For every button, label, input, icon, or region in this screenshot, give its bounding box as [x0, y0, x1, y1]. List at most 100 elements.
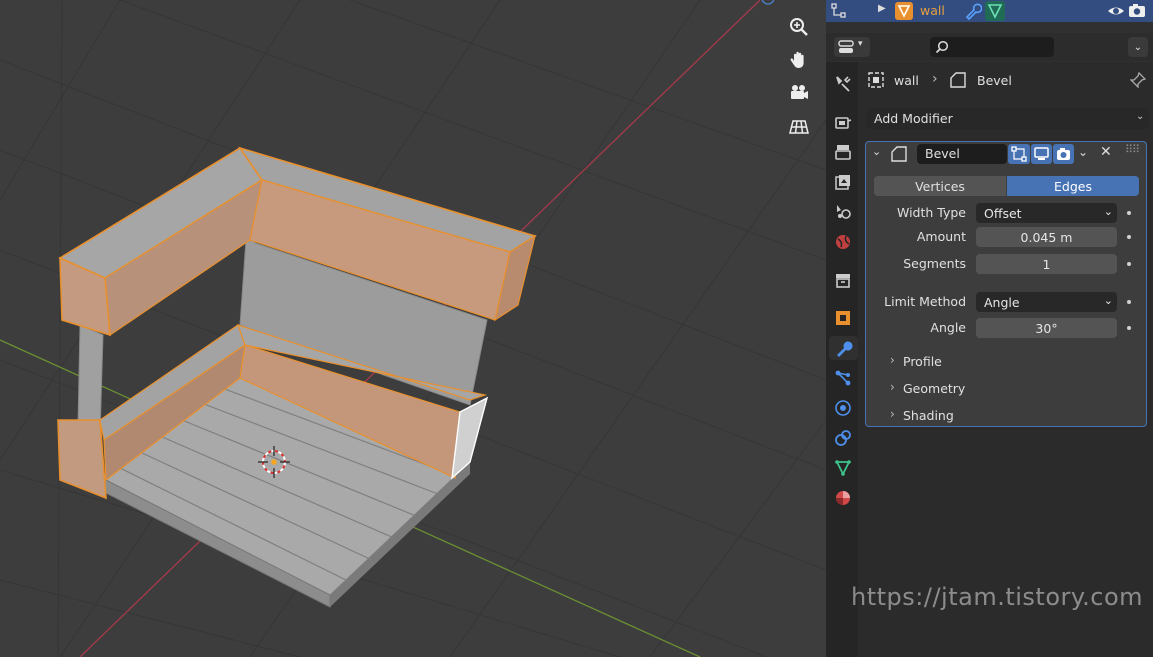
- render-icon[interactable]: [831, 110, 855, 134]
- camera-view-icon[interactable]: [786, 80, 812, 106]
- options-dropdown-chevron-icon[interactable]: ⌄: [1128, 37, 1148, 57]
- amount-label: Amount: [916, 229, 966, 244]
- chevron-down-icon: ⌄: [1136, 111, 1145, 122]
- subpanel-shading[interactable]: › Shading: [886, 406, 1126, 426]
- breadcrumb-modifier: Bevel: [977, 73, 1012, 88]
- monitor-icon: [1034, 147, 1049, 160]
- add-modifier-label: Add Modifier: [874, 111, 953, 126]
- chevron-down-icon: ⌄: [1103, 205, 1113, 218]
- modifier-properties: wall › Bevel Add Modifier ⌄ ⌄ Bevel ⌄ ✕ …: [858, 62, 1153, 657]
- 3d-viewport[interactable]: [0, 0, 826, 657]
- object-outline-icon: [868, 72, 884, 88]
- particles-icon[interactable]: [831, 366, 855, 390]
- data-icon[interactable]: [831, 456, 855, 480]
- editor-type-button[interactable]: ▾: [834, 37, 870, 57]
- keyframe-dot-icon[interactable]: [1127, 235, 1131, 239]
- collapse-chevron-icon[interactable]: ⌄: [872, 145, 881, 158]
- subpanel-shading-label: Shading: [903, 408, 954, 423]
- pin-icon[interactable]: [1130, 72, 1146, 88]
- object-icon[interactable]: [831, 306, 855, 330]
- chevron-right-icon: ›: [890, 353, 895, 367]
- modifier-name: Bevel: [925, 146, 960, 161]
- material-icon[interactable]: [831, 486, 855, 510]
- angle-value: 30°: [1035, 320, 1058, 336]
- keyframe-dot-icon[interactable]: [1127, 211, 1131, 215]
- outliner-object-name[interactable]: wall: [920, 3, 945, 18]
- angle-label: Angle: [930, 320, 966, 335]
- properties-editor-icon: [838, 40, 854, 53]
- mesh-data-icon[interactable]: [984, 1, 1006, 21]
- segments-label: Segments: [903, 256, 966, 271]
- eye-visibility-icon[interactable]: [1107, 2, 1125, 20]
- modifier-wrench-icon[interactable]: [964, 2, 982, 20]
- search-input[interactable]: [930, 37, 1054, 57]
- viewport-display-toggle[interactable]: [1031, 144, 1052, 164]
- bevel-icon: [891, 146, 907, 162]
- modifier-options-chevron-icon[interactable]: ⌄: [1078, 145, 1088, 159]
- drag-handle-icon[interactable]: ⠿⠿: [1125, 143, 1140, 156]
- constraints-icon[interactable]: [831, 426, 855, 450]
- limit-method-value: Angle: [984, 294, 1020, 310]
- search-icon: [935, 40, 949, 54]
- tool-icon[interactable]: [831, 72, 855, 96]
- properties-editor: ▶ wall ▾ ⌄ wall › Bevel Add Modifier ⌄ ⌄…: [826, 0, 1153, 657]
- subpanel-profile-label: Profile: [903, 354, 942, 369]
- limit-method-dropdown[interactable]: Angle ⌄: [976, 292, 1117, 312]
- add-modifier-dropdown[interactable]: Add Modifier ⌄: [866, 108, 1149, 129]
- expand-arrow-icon[interactable]: ▶: [878, 3, 886, 14]
- ortho-grid-icon[interactable]: [786, 113, 812, 139]
- view-layer-icon[interactable]: [831, 170, 855, 194]
- affect-edges-button[interactable]: Edges: [1007, 176, 1139, 196]
- scene-icon[interactable]: [831, 200, 855, 224]
- scene-canvas[interactable]: [0, 0, 826, 657]
- affect-edges-label: Edges: [1054, 178, 1092, 194]
- keyframe-dot-icon[interactable]: [1127, 300, 1131, 304]
- width-type-label: Width Type: [896, 205, 966, 220]
- width-type-dropdown[interactable]: Offset ⌄: [976, 203, 1117, 223]
- subpanel-geometry[interactable]: › Geometry: [886, 379, 1126, 399]
- close-icon[interactable]: ✕: [1100, 144, 1112, 160]
- segments-field[interactable]: 1: [976, 254, 1117, 274]
- physics-icon[interactable]: [831, 396, 855, 420]
- breadcrumb-separator-icon: ›: [932, 71, 938, 87]
- wall-mesh[interactable]: [57, 146, 537, 608]
- width-type-value: Offset: [984, 205, 1022, 221]
- edit-mode-icon: [1011, 146, 1027, 162]
- keyframe-dot-icon[interactable]: [1127, 262, 1131, 266]
- render-camera-icon[interactable]: [1128, 2, 1146, 20]
- render-toggle[interactable]: [1053, 144, 1074, 164]
- chevron-right-icon: ›: [890, 380, 895, 394]
- hierarchy-icon: [831, 3, 846, 18]
- navigation-gizmo-edge[interactable]: [761, 0, 775, 5]
- edit-mode-toggle[interactable]: [1008, 144, 1030, 164]
- chevron-down-icon: ⌄: [1103, 294, 1113, 307]
- output-icon[interactable]: [831, 140, 855, 164]
- world-icon[interactable]: [831, 230, 855, 254]
- subpanel-profile[interactable]: › Profile: [886, 352, 1126, 372]
- modifier-wrench-icon[interactable]: [829, 336, 858, 360]
- modifier-name-input[interactable]: Bevel: [917, 144, 1007, 164]
- amount-field[interactable]: 0.045 m: [976, 227, 1117, 247]
- chevron-right-icon: ›: [890, 407, 895, 421]
- watermark-text: https://jtam.tistory.com: [851, 583, 1144, 611]
- zoom-icon[interactable]: [786, 14, 812, 40]
- limit-method-label: Limit Method: [884, 294, 966, 309]
- outliner-selected-row[interactable]: ▶ wall: [826, 0, 1153, 22]
- amount-value: 0.045 m: [1020, 229, 1073, 245]
- chevron-down-icon: ▾: [858, 39, 863, 49]
- keyframe-dot-icon[interactable]: [1127, 326, 1131, 330]
- render-camera-icon: [1057, 148, 1070, 160]
- collection-icon[interactable]: [831, 268, 855, 292]
- affect-vertices-button[interactable]: Vertices: [874, 176, 1006, 196]
- segments-value: 1: [1042, 256, 1051, 272]
- affect-vertices-label: Vertices: [915, 178, 965, 194]
- properties-header: ▾ ⌄: [826, 33, 1153, 61]
- bevel-icon: [950, 72, 966, 88]
- breadcrumb-object: wall: [894, 73, 919, 88]
- mesh-object-icon: [895, 2, 913, 20]
- angle-field[interactable]: 30°: [976, 318, 1117, 338]
- subpanel-geometry-label: Geometry: [903, 381, 966, 396]
- bevel-modifier-panel: ⌄ Bevel ⌄ ✕ ⠿⠿ Vertices Edges Width Type…: [865, 141, 1147, 427]
- property-tabs: [826, 62, 858, 657]
- pan-hand-icon[interactable]: [786, 47, 812, 73]
